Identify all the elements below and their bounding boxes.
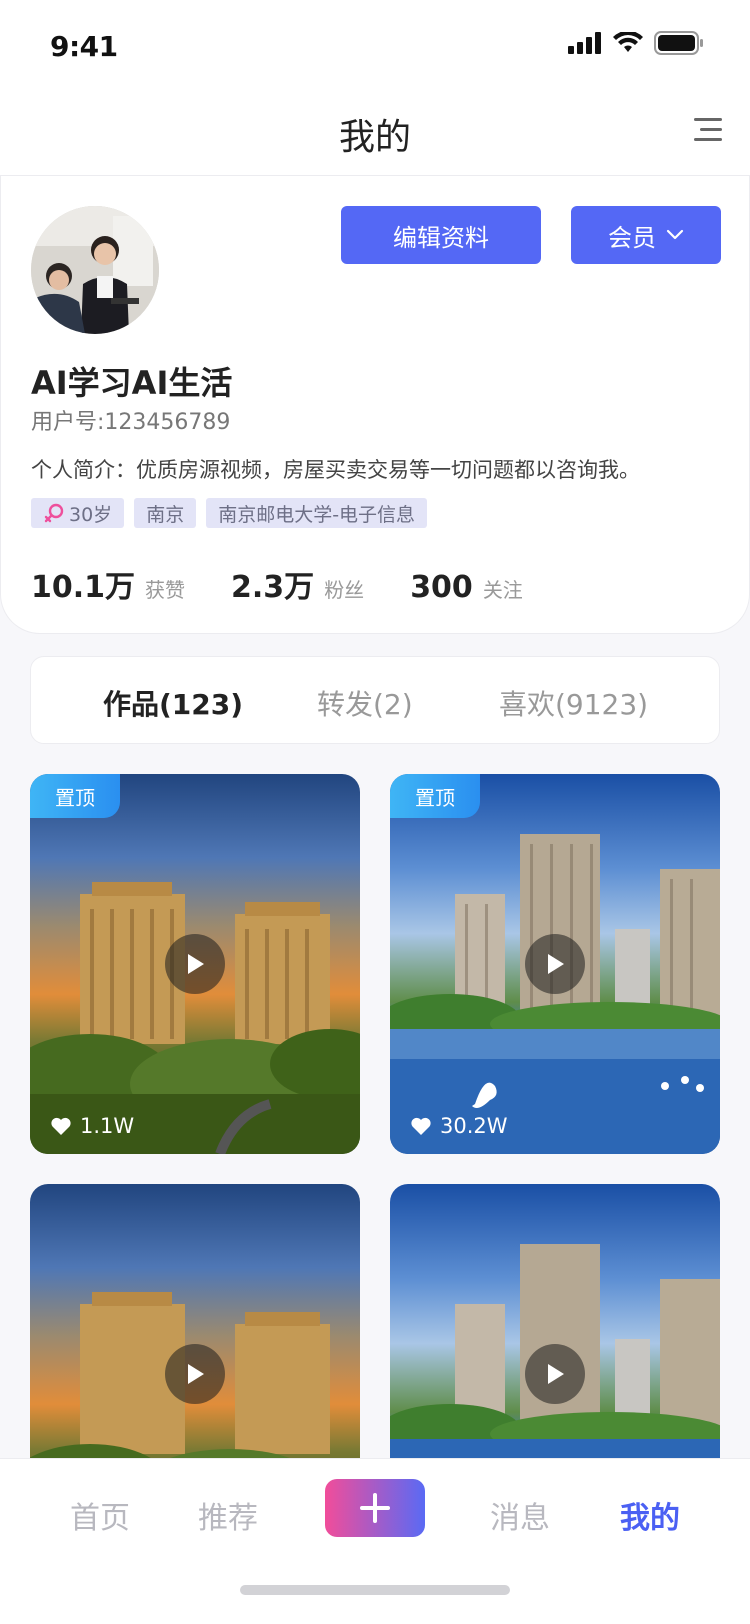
menu-icon[interactable]: [692, 116, 722, 144]
tab-works[interactable]: 作品(123): [103, 683, 243, 723]
plus-icon: [360, 1493, 390, 1523]
pinned-badge: 置顶: [30, 774, 120, 818]
user-id: 用户号:123456789: [31, 410, 231, 435]
status-icons: [568, 30, 704, 56]
tabbar-item-mine[interactable]: 我的: [620, 1493, 680, 1537]
heart-icon: [411, 1117, 431, 1135]
profile-card: 编辑资料 会员 AI学习AI生活 用户号:123456789 个人简介：优质房源…: [0, 176, 750, 634]
member-label: 会员: [608, 223, 656, 252]
stat-fans-value: 2.3万: [231, 570, 315, 605]
stat-following-value: 300: [410, 570, 473, 605]
stat-following-label: 关注: [482, 578, 523, 602]
play-icon[interactable]: [165, 934, 225, 994]
wifi-icon: [613, 32, 643, 52]
avatar[interactable]: [31, 206, 159, 334]
stat-likes-value: 10.1万: [31, 570, 136, 605]
tag-school-label: 南京邮电大学-电子信息: [218, 503, 416, 526]
video-likes-count: 1.1W: [80, 1114, 135, 1138]
tag-city-label: 南京: [146, 503, 185, 526]
play-icon[interactable]: [165, 1344, 225, 1404]
tab-reposts[interactable]: 转发(2): [317, 683, 413, 723]
stat-fans-label: 粉丝: [324, 578, 365, 602]
stat-likes-label: 获赞: [145, 578, 186, 602]
tag-school: 南京邮电大学-电子信息: [206, 498, 428, 528]
page-title: 我的: [338, 117, 411, 158]
status-time: 9:41: [50, 30, 118, 63]
stat-following[interactable]: 300 关注: [410, 570, 523, 605]
tabbar-item-messages[interactable]: 消息: [490, 1493, 550, 1537]
chevron-down-icon: [666, 229, 684, 240]
stat-likes[interactable]: 10.1万 获赞: [31, 562, 185, 606]
video-likes: 1.1W: [50, 1114, 134, 1138]
edit-profile-button[interactable]: 编辑资料: [341, 206, 541, 264]
stat-fans[interactable]: 2.3万 粉丝: [231, 562, 364, 606]
create-button[interactable]: [325, 1479, 425, 1537]
pinned-badge: 置顶: [390, 774, 480, 818]
tab-likes[interactable]: 喜欢(9123): [499, 683, 648, 723]
heart-icon: [51, 1117, 71, 1135]
play-icon[interactable]: [525, 1344, 585, 1404]
profile-tags: 30岁 南京 南京邮电大学-电子信息: [31, 498, 428, 528]
tag-age: 30岁: [31, 498, 125, 528]
home-indicator: [240, 1585, 510, 1595]
nav-bar: 我的: [0, 88, 750, 176]
content-tabs: 作品(123) 转发(2) 喜欢(9123): [30, 656, 720, 744]
video-card[interactable]: 置顶 1.1W: [30, 774, 360, 1154]
signal-icon: [568, 32, 601, 54]
tabbar-item-home[interactable]: 首页: [70, 1493, 130, 1537]
member-button[interactable]: 会员: [571, 206, 721, 264]
bio: 个人简介：优质房源视频，房屋买卖交易等一切问题都以咨询我。: [31, 458, 640, 482]
status-bar: 9:41: [0, 0, 750, 88]
edit-profile-label: 编辑资料: [393, 223, 489, 252]
video-likes-count: 30.2W: [440, 1114, 508, 1138]
tag-age-label: 30岁: [69, 503, 113, 526]
battery-icon: [654, 31, 703, 55]
username: AI学习AI生活: [31, 364, 233, 402]
video-likes: 30.2W: [410, 1114, 508, 1138]
play-icon[interactable]: [525, 934, 585, 994]
tabbar-item-recommend[interactable]: 推荐: [198, 1493, 258, 1537]
profile-stats: 10.1万 获赞 2.3万 粉丝 300 关注: [31, 562, 523, 606]
tag-city: 南京: [134, 498, 197, 528]
bottom-tabbar: 首页 推荐 消息 我的: [0, 1458, 750, 1624]
female-icon: [44, 503, 64, 523]
video-card[interactable]: 置顶 30.2W: [390, 774, 720, 1154]
